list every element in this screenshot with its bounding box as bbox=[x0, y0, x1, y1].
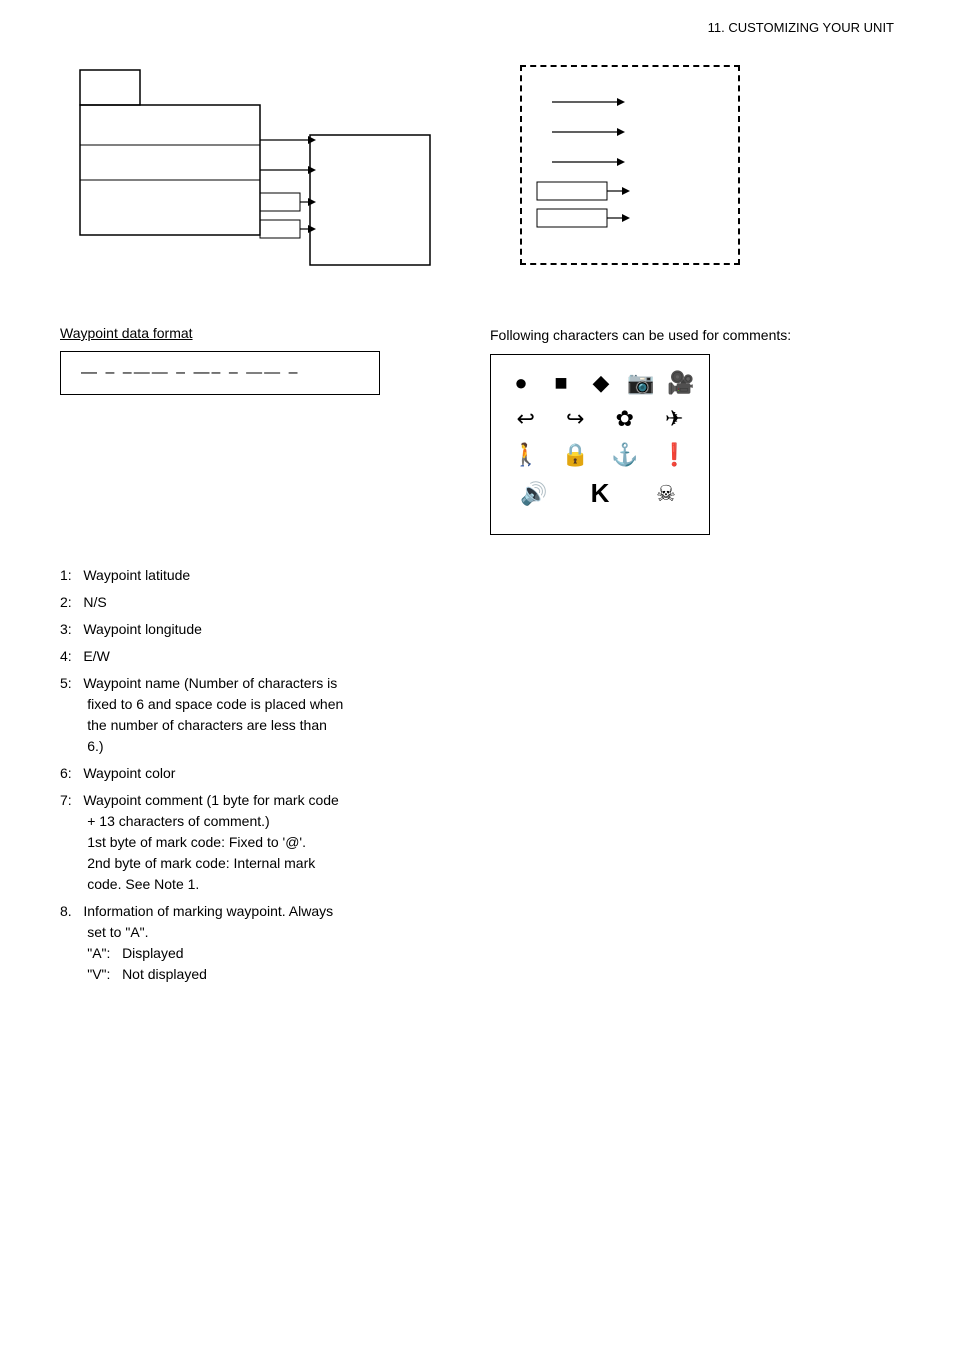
list-item-2: 2: N/S bbox=[60, 592, 430, 613]
char-k: K bbox=[585, 478, 615, 509]
char-row-4: 🔊 K ☠ bbox=[506, 478, 694, 509]
comments-note: Following characters can be used for com… bbox=[490, 325, 894, 535]
char-anchor: ⚓ bbox=[610, 442, 640, 468]
list-item-4: 4: E/W bbox=[60, 646, 430, 667]
comments-note-text: Following characters can be used for com… bbox=[490, 325, 894, 346]
char-row-1: ● ■ ◆ 📷 🎥 bbox=[506, 370, 694, 396]
char-camera2: 🎥 bbox=[666, 370, 696, 396]
list-item-7: 7: Waypoint comment (1 byte for mark cod… bbox=[60, 790, 430, 895]
char-arrow-right: ↪ bbox=[560, 406, 590, 432]
char-camera1: 📷 bbox=[626, 370, 656, 396]
characters-box: ● ■ ◆ 📷 🎥 ↩ ↪ ✿ ✈ 🚶 🔒 ⚓ ❗ 🔊 bbox=[490, 354, 710, 535]
waypoint-format: Waypoint data format — – –—— – —– – —— – bbox=[60, 325, 430, 395]
main-diagram-svg bbox=[60, 65, 480, 285]
char-lock: 🔒 bbox=[560, 442, 590, 468]
format-box: — – –—— – —– – —— – bbox=[60, 351, 380, 395]
list-item-6: 6: Waypoint color bbox=[60, 763, 430, 784]
char-arrow-left: ↩ bbox=[511, 406, 541, 432]
char-row-2: ↩ ↪ ✿ ✈ bbox=[506, 406, 694, 432]
char-plane: ✈ bbox=[659, 406, 689, 432]
page-header: 11. CUSTOMIZING YOUR UNIT bbox=[60, 20, 894, 35]
list-item-3: 3: Waypoint longitude bbox=[60, 619, 430, 640]
char-circle: ● bbox=[506, 370, 536, 396]
char-skull: ☠ bbox=[651, 481, 681, 507]
diagram-right bbox=[520, 65, 740, 265]
char-person: 🚶 bbox=[511, 442, 541, 468]
waypoint-format-title: Waypoint data format bbox=[60, 325, 430, 341]
content-area: 1: Waypoint latitude 2: N/S 3: Waypoint … bbox=[60, 565, 894, 991]
char-exclaim: ❗ bbox=[659, 442, 689, 468]
list-item-1: 1: Waypoint latitude bbox=[60, 565, 430, 586]
list-item-8: 8. Information of marking waypoint. Alwa… bbox=[60, 901, 430, 985]
diagram-area bbox=[60, 65, 894, 285]
right-diagram-svg bbox=[532, 77, 732, 267]
char-speaker: 🔊 bbox=[519, 481, 549, 507]
numbered-list: 1: Waypoint latitude 2: N/S 3: Waypoint … bbox=[60, 565, 430, 991]
char-diamond: ◆ bbox=[586, 370, 616, 396]
char-flower: ✿ bbox=[610, 406, 640, 432]
list-item-5: 5: Waypoint name (Number of characters i… bbox=[60, 673, 430, 757]
diagram-left bbox=[60, 65, 480, 285]
char-square: ■ bbox=[546, 370, 576, 396]
char-row-3: 🚶 🔒 ⚓ ❗ bbox=[506, 442, 694, 468]
middle-section: Waypoint data format — – –—— – —– – —— –… bbox=[60, 325, 894, 535]
